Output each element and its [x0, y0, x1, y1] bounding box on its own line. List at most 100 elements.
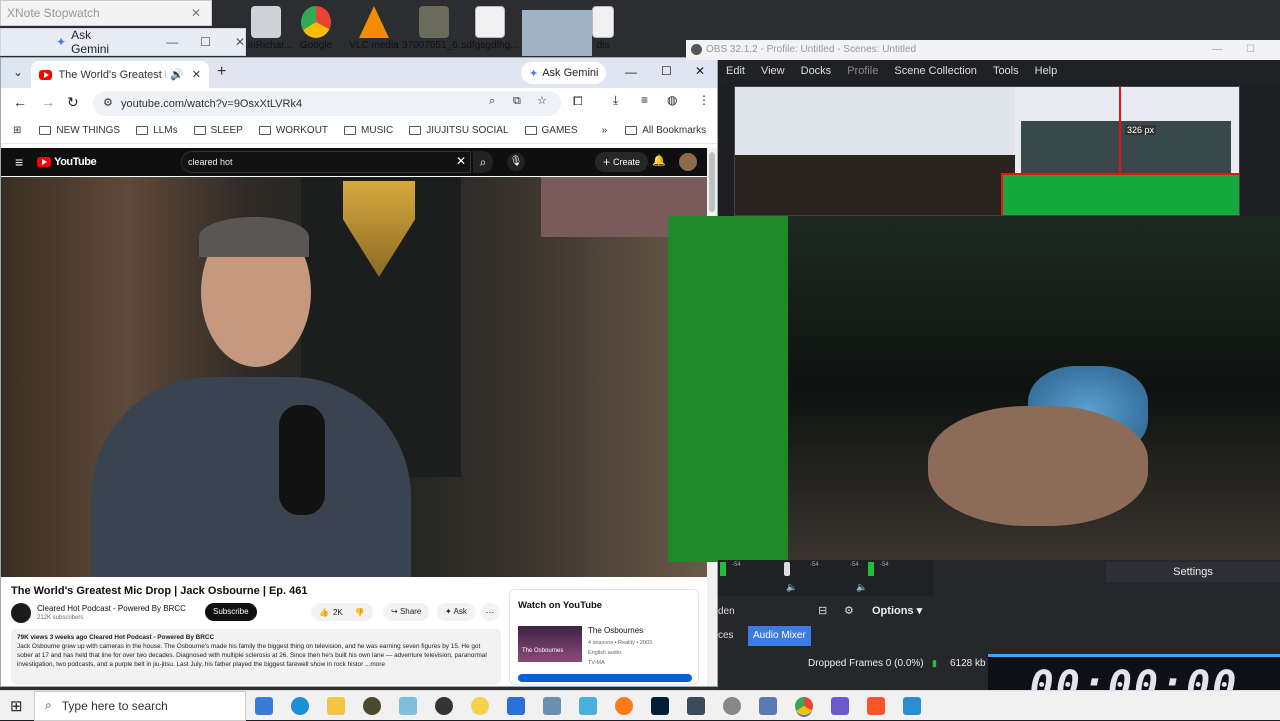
youtube-logo-icon[interactable]	[37, 157, 52, 167]
thumbs-down-icon[interactable]: 👎	[355, 608, 365, 617]
app-icon[interactable]	[687, 696, 705, 715]
avatar[interactable]	[679, 153, 697, 171]
audio-icon[interactable]: 🔊	[170, 68, 184, 81]
channel-avatar[interactable]	[11, 603, 31, 623]
bookmark-folder[interactable]: MUSIC	[344, 125, 393, 136]
menu-docks[interactable]: Docks	[801, 65, 832, 77]
address-bar[interactable]: ⚙ youtube.com/watch?v=9OsxXtLVRk4 ⌕ ⧉ ☆	[93, 91, 561, 116]
bookmark-folder[interactable]: GAMES	[524, 125, 578, 136]
bookmark-folder[interactable]: LLMs	[136, 125, 178, 136]
obs-icon[interactable]	[435, 696, 453, 715]
obs-preview[interactable]: 326 px	[734, 86, 1240, 216]
menu-help[interactable]: Help	[1035, 65, 1058, 77]
show-title[interactable]: The Osbournes	[588, 626, 643, 635]
app-icon[interactable]	[831, 696, 849, 715]
youtube-logo-text[interactable]: YouTube	[54, 156, 96, 168]
tab-youtube[interactable]: The World's Greatest Mic D 🔊 ✕	[31, 61, 209, 88]
minimize-icon[interactable]: —	[1212, 40, 1222, 60]
menu-scene-collection[interactable]: Scene Collection	[894, 65, 977, 77]
desktop-icon-vlc[interactable]: VLC media	[344, 4, 404, 56]
task-view-icon[interactable]	[255, 696, 273, 715]
app-icon[interactable]	[903, 696, 921, 715]
tab-search-icon[interactable]: ⌄	[13, 65, 23, 79]
volume-icon[interactable]: 🔈	[786, 582, 797, 593]
document-icon[interactable]	[507, 696, 525, 715]
file-explorer-icon[interactable]	[327, 696, 345, 715]
bookmark-folder[interactable]: WORKOUT	[258, 125, 328, 136]
app-icon[interactable]	[759, 696, 777, 715]
description-box[interactable]: 79K views 3 weeks ago Cleared Hot Podcas…	[11, 629, 501, 685]
tab-audio-mixer[interactable]: Audio Mixer	[748, 626, 811, 646]
media-icon[interactable]: ≡	[641, 93, 648, 107]
back-icon[interactable]: ←	[13, 94, 27, 110]
options-dropdown[interactable]: Options ▾	[872, 604, 922, 617]
apps-grid-icon[interactable]: ⊞	[13, 125, 21, 136]
bookmark-folder[interactable]: NEW THINGS	[39, 125, 120, 136]
bell-icon[interactable]: 🔔	[652, 154, 666, 167]
xnote-stopwatch-window[interactable]: XNote Stopwatch ✕	[0, 0, 212, 26]
taskbar-search-input[interactable]: ⌕ Type here to search	[34, 690, 246, 721]
install-icon[interactable]: ⧉	[513, 95, 521, 108]
new-tab-button[interactable]: +	[217, 63, 226, 81]
bookmark-folder[interactable]: JIUJITSU SOCIAL	[409, 125, 509, 136]
desktop-icon-text-2[interactable]: dis	[580, 4, 626, 56]
close-icon[interactable]: ✕	[235, 35, 245, 49]
like-button[interactable]: 👍 2K 👎	[311, 603, 373, 621]
menu-tools[interactable]: Tools	[993, 65, 1019, 77]
watch-button[interactable]	[518, 674, 692, 682]
video-player[interactable]	[1, 177, 707, 577]
show-thumbnail[interactable]: The Osbournes	[518, 626, 582, 662]
reload-icon[interactable]: ↻	[67, 94, 79, 111]
layout-icon[interactable]: ⊟	[818, 604, 827, 617]
firefox-icon[interactable]	[615, 696, 633, 715]
menu-profile[interactable]: Profile	[847, 65, 878, 77]
app-icon[interactable]	[723, 696, 741, 715]
photoshop-icon[interactable]	[651, 696, 669, 715]
dock-tab-partial[interactable]: ces	[718, 630, 734, 641]
zoom-icon[interactable]: ⌕	[489, 95, 495, 108]
desktop-icon-google[interactable]: Google	[286, 4, 346, 56]
tab-close-icon[interactable]: ✕	[192, 68, 201, 81]
more-bookmarks-icon[interactable]: »	[602, 125, 608, 136]
source-selection-box[interactable]	[1001, 173, 1239, 215]
slider-handle[interactable]	[784, 562, 790, 576]
menu-kebab-icon[interactable]: ⋮	[698, 93, 710, 107]
clear-search-icon[interactable]: ✕	[456, 154, 466, 168]
desktop-icon-text[interactable]: sdfgsgdfhg...	[458, 4, 522, 56]
ask-button[interactable]: ✦ Ask	[437, 603, 475, 621]
app-icon[interactable]	[579, 696, 597, 715]
watch-on-youtube-panel[interactable]: Watch on YouTube The Osbournes The Osbou…	[509, 589, 699, 685]
search-icon[interactable]: ⌕	[473, 151, 493, 173]
gear-icon[interactable]: ⚙	[844, 604, 854, 617]
bookmark-star-icon[interactable]: ☆	[537, 94, 547, 107]
profile-icon[interactable]: ◍	[667, 93, 677, 107]
bookmark-folder[interactable]: SLEEP	[193, 125, 243, 136]
windows-start-icon[interactable]: ⊞	[10, 697, 23, 715]
minimize-icon[interactable]: —	[625, 65, 637, 79]
maximize-icon[interactable]: ☐	[1246, 40, 1255, 60]
maximize-icon[interactable]: ☐	[200, 35, 211, 49]
subscribe-button[interactable]: Subscribe	[205, 603, 257, 621]
ask-gemini-button[interactable]: ✦ Ask Gemini	[521, 62, 607, 84]
desktop-icon-image[interactable]: 37007051_6...	[402, 4, 466, 56]
forward-icon[interactable]: →	[41, 94, 55, 110]
close-icon[interactable]: ✕	[181, 6, 211, 20]
channel-name[interactable]: Cleared Hot Podcast - Powered By BRCC	[37, 604, 186, 613]
extensions-icon[interactable]: ⧠	[573, 94, 583, 109]
app-icon[interactable]	[399, 696, 417, 715]
app-icon[interactable]	[543, 696, 561, 715]
share-button[interactable]: ↪ Share	[383, 603, 430, 621]
more-actions-icon[interactable]: ⋯	[481, 603, 499, 621]
lightbulb-icon[interactable]	[471, 696, 489, 715]
menu-edit[interactable]: Edit	[726, 65, 745, 77]
volume-icon[interactable]: 🔈	[856, 582, 867, 593]
dock-tab-partial[interactable]: den	[718, 606, 735, 617]
edge-icon[interactable]	[291, 696, 309, 715]
youtube-search-input[interactable]: cleared hot	[181, 151, 471, 173]
all-bookmarks[interactable]: All Bookmarks	[625, 125, 706, 136]
download-icon[interactable]: ⤓	[613, 93, 618, 108]
maximize-icon[interactable]: ☐	[661, 64, 672, 78]
brave-icon[interactable]	[867, 696, 885, 715]
site-info-icon[interactable]: ⚙	[103, 96, 113, 109]
hamburger-icon[interactable]: ≡	[15, 154, 23, 170]
